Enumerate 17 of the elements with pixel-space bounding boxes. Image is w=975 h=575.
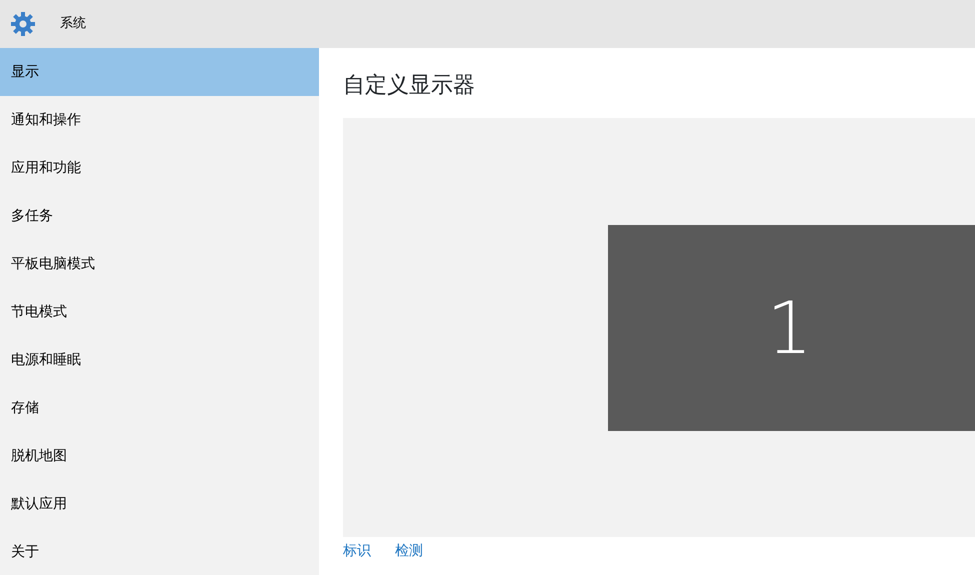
page-heading: 自定义显示器 (343, 72, 476, 100)
sidebar-item[interactable]: 平板电脑模式 (0, 240, 319, 288)
sidebar-item[interactable]: 电源和睡眠 (0, 336, 319, 384)
sidebar-item[interactable]: 脱机地图 (0, 432, 319, 480)
monitor-tile[interactable]: 1 (608, 224, 975, 430)
gear-icon (10, 11, 36, 37)
sidebar-item[interactable]: 应用和功能 (0, 144, 319, 192)
sidebar-item[interactable]: 节电模式 (0, 288, 319, 336)
sidebar-item[interactable]: 显示 (0, 48, 319, 96)
sidebar-item[interactable]: 通知和操作 (0, 96, 319, 144)
link[interactable]: 检测 (395, 541, 423, 562)
sidebar-item[interactable]: 多任务 (0, 192, 319, 240)
sidebar-item[interactable]: 默认应用 (0, 480, 319, 528)
window-title: 系统 (60, 15, 86, 34)
link[interactable]: 标识 (343, 541, 371, 562)
sidebar-item[interactable]: 关于 (0, 528, 319, 575)
sidebar-item[interactable]: 存储 (0, 384, 319, 432)
